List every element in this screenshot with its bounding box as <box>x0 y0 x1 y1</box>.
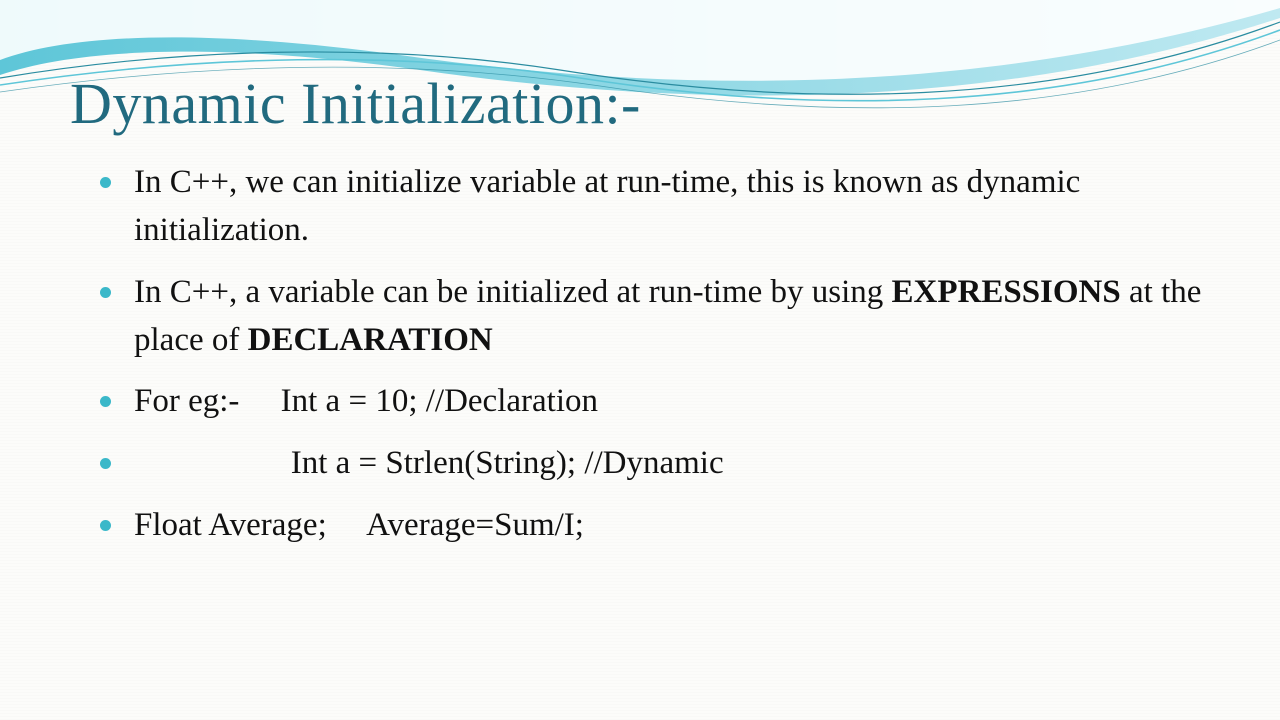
bullet-list: In C++, we can initialize variable at ru… <box>100 159 1210 550</box>
slide-title: Dynamic Initialization:- <box>70 70 1210 137</box>
slide-content: Dynamic Initialization:- In C++, we can … <box>70 70 1210 564</box>
bullet-text: Float Average; Average=Sum/I; <box>134 507 584 543</box>
list-item: In C++, a variable can be initialized at… <box>100 269 1210 365</box>
bullet-text: In C++, we can initialize variable at ru… <box>134 164 1080 248</box>
bullet-bold: EXPRESSIONS <box>892 274 1121 310</box>
list-item: In C++, we can initialize variable at ru… <box>100 159 1210 255</box>
list-item: For eg:- Int a = 10; //Declaration <box>100 378 1210 426</box>
bullet-text: In C++, a variable can be initialized at… <box>134 274 892 310</box>
bullet-text: Int a = Strlen(String); //Dynamic <box>134 445 724 481</box>
bullet-bold: DECLARATION <box>248 322 493 358</box>
list-item: Int a = Strlen(String); //Dynamic <box>100 440 1210 488</box>
bullet-text: For eg:- Int a = 10; //Declaration <box>134 383 598 419</box>
list-item: Float Average; Average=Sum/I; <box>100 502 1210 550</box>
